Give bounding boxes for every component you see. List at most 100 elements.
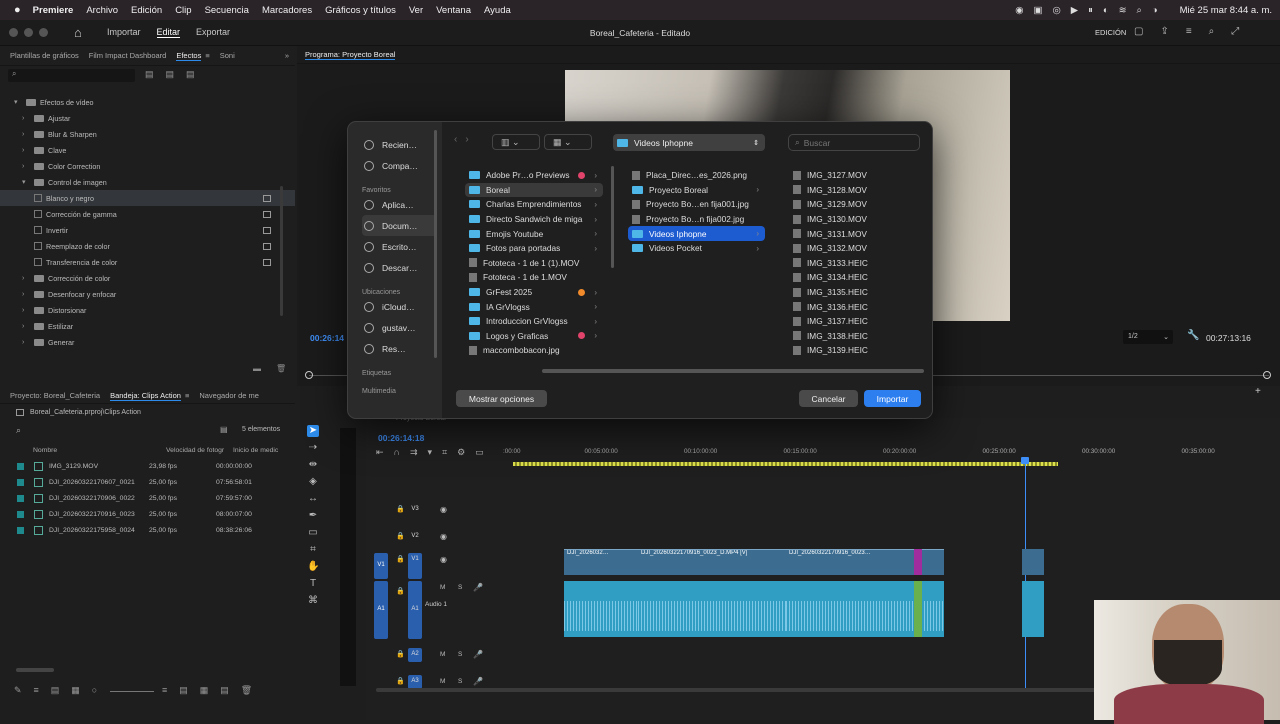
view-grid-button[interactable]: ▦ ⌄ xyxy=(544,134,592,150)
track-target[interactable]: V3 xyxy=(408,503,422,515)
show-options-button[interactable]: Mostrar opciones xyxy=(456,390,547,407)
track-target[interactable]: A2 xyxy=(408,648,422,662)
menu-item[interactable]: Gráficos y títulos xyxy=(325,5,396,16)
file-row[interactable]: Fotos para portadas › xyxy=(465,241,603,256)
effects-tree-item[interactable]: › Generar xyxy=(0,334,295,350)
effects-tree-item[interactable]: ▾ Efectos de vídeo xyxy=(0,94,295,110)
project-bottom-toolbar[interactable]: ✎≡▤▦○ xyxy=(14,685,109,696)
work-area-bar[interactable] xyxy=(513,462,1058,466)
file-row[interactable]: IMG_3131.MOV xyxy=(789,226,924,241)
pen-icon[interactable]: ✒ xyxy=(307,510,319,522)
timeline-tools[interactable]: ⇤∩⇉▾⌗⚙▭ xyxy=(376,447,494,458)
effects-tree-item[interactable]: › Ajustar xyxy=(0,110,295,126)
eye-icon[interactable]: ◉ xyxy=(440,555,447,564)
file-row[interactable]: Directo Sandwich de miga › xyxy=(465,212,603,227)
track-select-icon[interactable]: ⇢ xyxy=(307,442,319,454)
mute-button[interactable]: M xyxy=(440,678,445,685)
slip-icon[interactable]: ↔ xyxy=(307,493,319,505)
file-row[interactable]: Placa_Direc…es_2026.png xyxy=(628,168,765,183)
mute-button[interactable]: M xyxy=(440,584,445,591)
list-item[interactable]: IMG_3129.MOV 23,98 fps 00:00:00:00 xyxy=(0,458,295,474)
file-row[interactable]: IA GrVlogss › xyxy=(465,299,603,314)
workspace-label[interactable]: EDICIÓN xyxy=(1095,28,1126,37)
menu-item[interactable]: Edición xyxy=(131,5,162,16)
hand-icon[interactable]: ✋ xyxy=(307,561,319,573)
effects-tree-item[interactable]: › Desenfocar y enfocar xyxy=(0,286,295,302)
mic-icon[interactable]: 🎤 xyxy=(473,650,483,659)
sidebar-item[interactable]: Aplica… xyxy=(362,194,437,215)
audio-clip[interactable] xyxy=(1022,581,1044,637)
file-row[interactable]: Introduccion GrVlogss › xyxy=(465,314,603,329)
file-row[interactable]: Fototeca - 1 de 1 (1).MOV xyxy=(465,256,603,271)
solo-button[interactable]: S xyxy=(458,651,462,658)
sidebar-item[interactable]: Recien… xyxy=(362,134,437,155)
menu-item[interactable]: Ayuda xyxy=(484,5,511,16)
caption-icon[interactable]: ⌘ xyxy=(307,595,319,607)
audio-clip[interactable] xyxy=(564,581,638,637)
scrub-end-handle[interactable] xyxy=(1263,371,1271,379)
effects-tree-item[interactable]: Corrección de gamma xyxy=(0,206,295,222)
effects-search-input[interactable]: ⌕ xyxy=(8,69,135,82)
new-bin-icon[interactable]: ▬ xyxy=(253,364,261,373)
file-row[interactable]: Boreal › xyxy=(465,182,603,198)
file-row[interactable]: Emojis Youtube › xyxy=(465,226,603,241)
list-item[interactable]: DJI_20260322170916_0023 25,00 fps 08:00:07… xyxy=(0,506,295,522)
menu-icon[interactable]: ≡ xyxy=(205,51,209,60)
scrub-start-handle[interactable] xyxy=(305,371,313,379)
track-target[interactable]: A3 xyxy=(408,675,422,689)
col-header-name[interactable]: Nombre xyxy=(33,447,166,454)
sidebar-item[interactable]: Escrito… xyxy=(362,236,437,257)
file-row[interactable]: maccombobacon.jpg xyxy=(465,343,603,358)
ripple-edit-icon[interactable]: ⇹ xyxy=(307,459,319,471)
label-color-swatch[interactable] xyxy=(17,526,24,534)
file-row[interactable]: IMG_3130.MOV xyxy=(789,212,924,227)
solo-button[interactable]: S xyxy=(458,584,462,591)
file-row[interactable]: IMG_3127.MOV xyxy=(789,168,924,183)
effects-tree-item[interactable]: › Blur & Sharpen xyxy=(0,126,295,142)
playhead-handle[interactable] xyxy=(1021,457,1029,464)
mute-button[interactable]: M xyxy=(440,651,445,658)
project-tab[interactable]: Bandeja: Clips Action xyxy=(110,391,181,401)
file-row[interactable]: Videos Pocket › xyxy=(628,241,765,256)
timeline-timecode[interactable]: 00:26:14:18 xyxy=(378,433,424,443)
file-row[interactable]: IMG_3136.HEIC xyxy=(789,299,924,314)
effects-tab[interactable]: Plantillas de gráficos xyxy=(10,51,79,60)
file-row[interactable]: Proyecto Bo…en fija001.jpg xyxy=(628,197,765,212)
chevron-right-icon[interactable]: › xyxy=(22,115,30,122)
menu-item[interactable]: Secuencia xyxy=(205,5,249,16)
label-color-swatch[interactable] xyxy=(17,478,24,486)
col1-scrollbar[interactable] xyxy=(611,166,614,268)
col-header-start[interactable]: Inicio de medic xyxy=(233,447,278,454)
crop-icon[interactable]: ⌗ xyxy=(307,544,319,556)
chevron-right-icon[interactable]: › xyxy=(22,323,30,330)
effects-tab[interactable]: Film Impact Dashboard xyxy=(89,51,167,60)
lock-icon[interactable]: 🔒 xyxy=(396,555,405,563)
list-item[interactable]: DJI_20260322175958_0024 25,00 fps 08:38:26… xyxy=(0,522,295,538)
rectangle-icon[interactable]: ▭ xyxy=(307,527,319,539)
type-icon[interactable]: T xyxy=(307,578,319,590)
effects-bin-icons[interactable]: ▤▤▤ xyxy=(145,69,207,80)
effects-tree-item[interactable]: › Clave xyxy=(0,142,295,158)
lock-icon[interactable]: 🔒 xyxy=(396,587,405,595)
col-header-fps[interactable]: Velocidad de fotogr xyxy=(166,447,233,454)
source-patch-v1[interactable]: V1 xyxy=(374,553,388,579)
menu-item[interactable]: Archivo xyxy=(86,5,118,16)
video-clip[interactable] xyxy=(1022,549,1044,575)
effects-tree-item[interactable]: Invertir xyxy=(0,222,295,238)
effects-tree-item[interactable]: Reemplazo de color xyxy=(0,238,295,254)
apple-icon[interactable]: ● xyxy=(14,4,21,16)
sidebar-item[interactable]: Docum… xyxy=(362,215,437,236)
project-search-icon[interactable]: ⌕ xyxy=(16,425,21,436)
project-bottom-icons[interactable]: ≡▤▦▤🗑 xyxy=(162,685,264,696)
video-clip[interactable]: DJI_20260322170916_0023_D.MP4 [V] xyxy=(638,549,786,575)
file-row[interactable]: Fototeca - 1 de 1.MOV xyxy=(465,270,603,285)
project-hscroll[interactable] xyxy=(16,668,54,672)
file-row[interactable]: Charlas Emprendimientos › xyxy=(465,197,603,212)
effects-scrollbar[interactable] xyxy=(280,186,283,316)
effects-tree-item[interactable]: › Color Correction xyxy=(0,158,295,174)
file-row[interactable]: IMG_3139.HEIC xyxy=(789,343,924,358)
file-row[interactable]: GrFest 2025 › xyxy=(465,285,603,300)
chevron-right-icon[interactable]: › xyxy=(22,163,30,170)
selection-tool-icon[interactable]: ➤ xyxy=(307,425,319,437)
audio-end-marker[interactable] xyxy=(914,581,922,637)
